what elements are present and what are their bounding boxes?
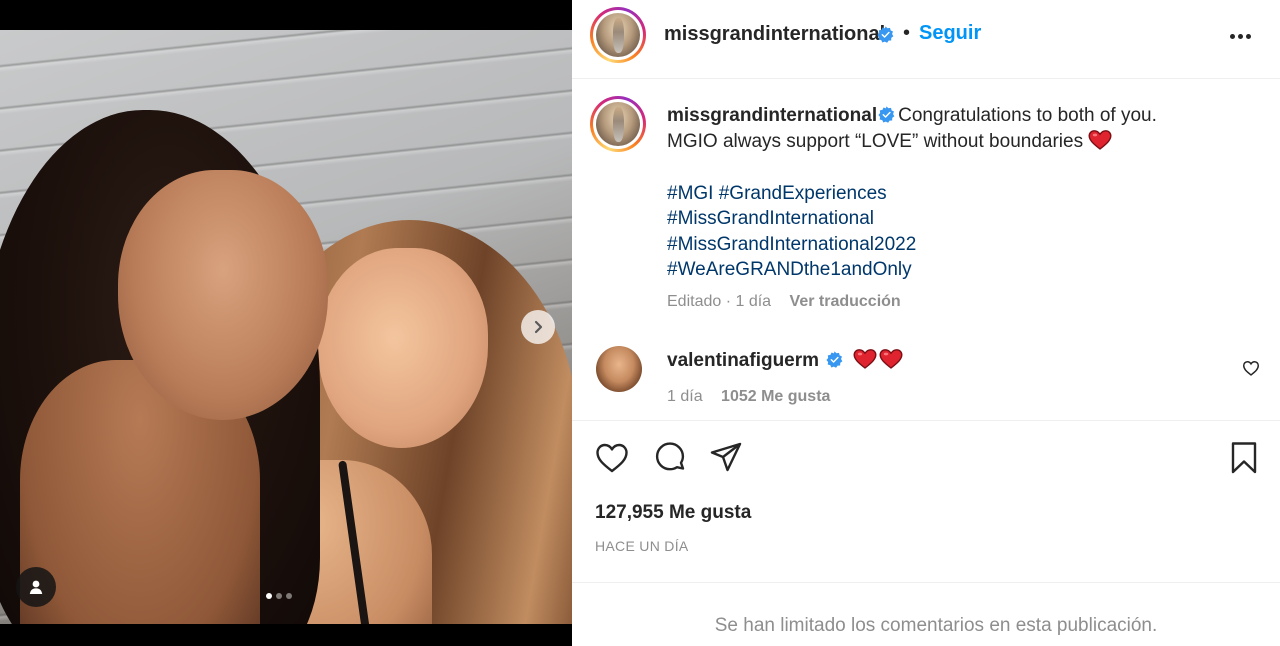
verified-badge-icon [878, 106, 895, 123]
more-options-icon[interactable] [1226, 24, 1254, 48]
red-heart-emoji-icon [1088, 130, 1112, 150]
caption-text-line2: MGIO always support “LOVE” without bound… [667, 131, 1084, 152]
comments-limited-notice: Se han limitado los comentarios en esta … [714, 615, 1158, 636]
author-avatar-image [596, 13, 640, 57]
verified-badge-icon [877, 26, 894, 43]
hashtag-line[interactable]: #MissGrandInternational2022 [667, 232, 916, 257]
comment-meta: 1 día 1052 Me gusta [667, 388, 830, 406]
comment-like-heart-icon[interactable] [1242, 360, 1260, 376]
carousel-indicator [266, 593, 292, 599]
comment-icon[interactable] [652, 440, 688, 476]
red-heart-emoji-icon [879, 349, 903, 369]
hashtag-line[interactable]: #MissGrandInternational [667, 206, 916, 231]
chevron-right-icon [534, 320, 543, 334]
actions-divider [572, 420, 1280, 421]
hashtag-line[interactable]: #WeAreGRANDthe1andOnly [667, 257, 916, 282]
header-separator: • [903, 22, 911, 44]
comment-likes[interactable]: 1052 Me gusta [721, 388, 830, 405]
commenter-username[interactable]: valentinafiguerm [667, 350, 819, 371]
post-likes-count[interactable]: 127,955 Me gusta [595, 502, 751, 524]
tagged-users-button[interactable] [16, 567, 56, 607]
verified-badge-icon [826, 351, 843, 368]
author-avatar[interactable] [590, 7, 646, 63]
caption-author-avatar[interactable] [590, 96, 646, 152]
caption-author-avatar-image [596, 102, 640, 146]
bookmark-icon[interactable] [1226, 440, 1262, 476]
comments-divider [572, 582, 1280, 583]
caption-text-line1: Congratulations to both of you. [898, 105, 1157, 126]
red-heart-emoji-icon [853, 349, 877, 369]
edited-timestamp: Editado · 1 día [667, 293, 772, 310]
post-details-pane: missgrandinternational • Seguir missgran… [572, 0, 1280, 646]
post-media[interactable] [0, 0, 572, 646]
user-icon [29, 580, 43, 594]
caption-hashtags: #MGI #GrandExperiences #MissGrandInterna… [667, 181, 916, 282]
share-icon[interactable] [708, 440, 744, 476]
caption-meta: Editado · 1 día Ver traducción [667, 293, 901, 311]
see-translation-button[interactable]: Ver traducción [790, 293, 901, 310]
comment: valentinafiguerm [667, 349, 903, 372]
caption-username[interactable]: missgrandinternational [667, 105, 877, 126]
hashtag-line[interactable]: #MGI #GrandExperiences [667, 181, 916, 206]
post-caption: missgrandinternational Congratulations t… [667, 103, 1257, 155]
carousel-next-button[interactable] [521, 310, 555, 344]
commenter-avatar[interactable] [596, 346, 642, 392]
heart-icon[interactable] [594, 440, 630, 476]
person-left-face [118, 170, 328, 420]
author-username[interactable]: missgrandinternational [664, 23, 885, 46]
instagram-post: missgrandinternational • Seguir missgran… [0, 0, 1280, 646]
carousel-dot [276, 593, 282, 599]
post-photo[interactable] [0, 30, 572, 624]
follow-button[interactable]: Seguir [919, 22, 981, 45]
post-timestamp: HACE UN DÍA [595, 538, 689, 554]
carousel-dot [286, 593, 292, 599]
person-right-face [318, 248, 488, 448]
comment-time: 1 día [667, 388, 703, 405]
post-header: missgrandinternational • Seguir [572, 0, 1280, 79]
carousel-dot-active [266, 593, 272, 599]
